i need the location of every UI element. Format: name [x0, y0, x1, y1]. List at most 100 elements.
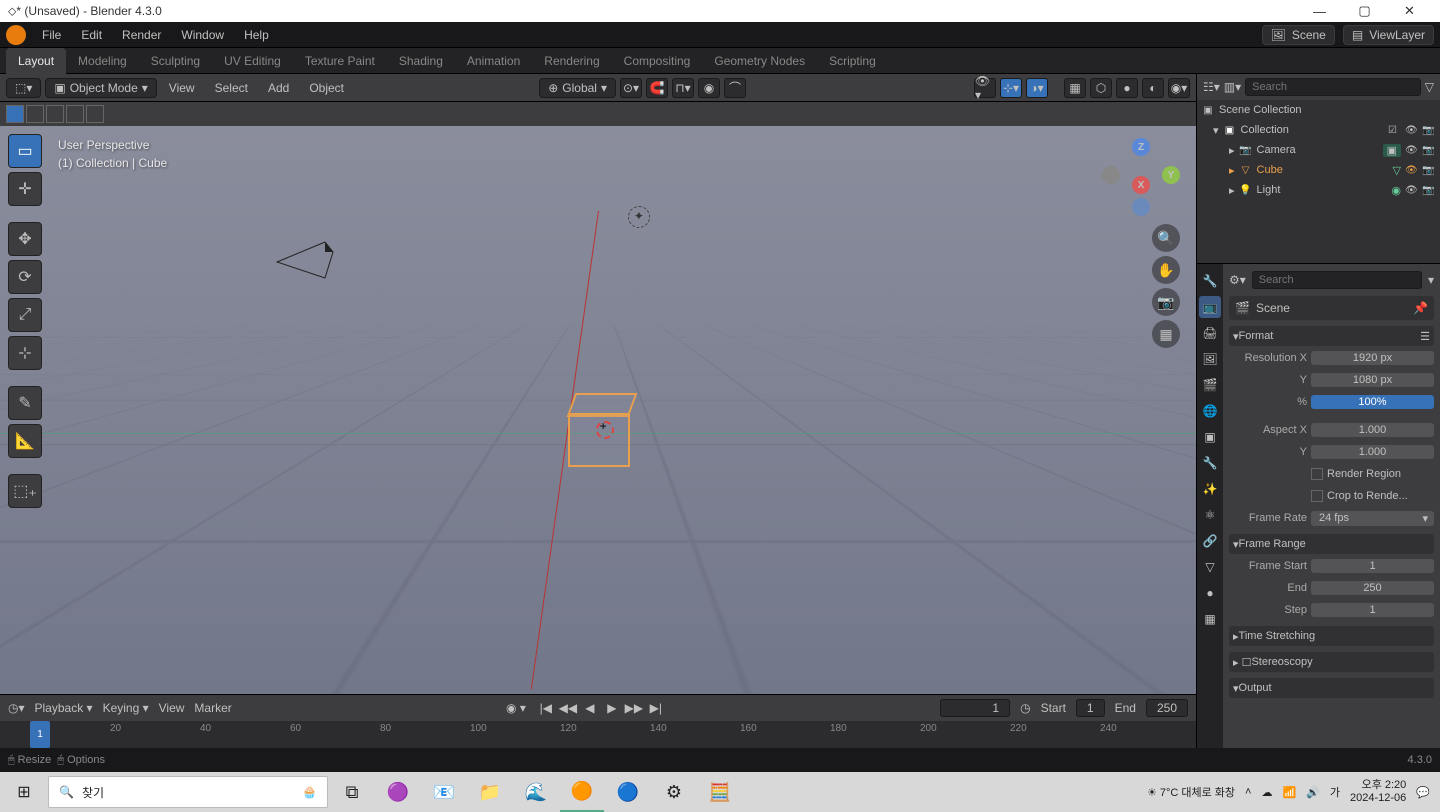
select-box-icon[interactable] — [6, 105, 24, 123]
3d-viewport[interactable]: ▭ ✛ ✥ ⟳ ⤢ ⊹ ✎ 📐 ⬚₊ User Perspective (1) … — [0, 126, 1196, 694]
tab-shading[interactable]: Shading — [387, 48, 455, 74]
jump-end-button[interactable]: ▶| — [646, 699, 666, 717]
timeline-editor-icon[interactable]: ◷▾ — [8, 701, 25, 715]
onedrive-icon[interactable]: ☁ — [1261, 786, 1272, 799]
menu-file[interactable]: File — [32, 28, 71, 42]
shading-rendered[interactable]: ◉▾ — [1168, 78, 1190, 98]
light-object[interactable] — [628, 206, 650, 228]
menu-select[interactable]: Select — [207, 81, 256, 95]
tab-tool[interactable]: 🔧 — [1199, 270, 1221, 292]
tab-scene[interactable]: 🎬 — [1199, 374, 1221, 396]
xray-toggle[interactable]: ▦ — [1064, 78, 1086, 98]
tab-render[interactable]: 📺 — [1199, 296, 1221, 318]
gizmo-y[interactable]: Y — [1162, 166, 1180, 184]
tab-world[interactable]: 🌐 — [1199, 400, 1221, 422]
menu-window[interactable]: Window — [171, 28, 234, 42]
tab-rendering[interactable]: Rendering — [532, 48, 611, 74]
tab-modifiers[interactable]: 🔧 — [1199, 452, 1221, 474]
tool-rotate[interactable]: ⟳ — [8, 260, 42, 294]
resolution-y[interactable]: 1080 px — [1311, 373, 1434, 387]
camera-view-button[interactable]: 📷 — [1152, 288, 1180, 316]
resolution-x[interactable]: 1920 px — [1311, 351, 1434, 365]
outlook-icon[interactable]: 📧 — [422, 772, 466, 812]
taskview-icon[interactable]: ⧉ — [330, 772, 374, 812]
gizmo-z[interactable]: Z — [1132, 138, 1150, 156]
nav-gizmo[interactable]: Z X Y — [1102, 138, 1180, 216]
tab-object[interactable]: ▣ — [1199, 426, 1221, 448]
close-button[interactable]: ✕ — [1387, 3, 1432, 19]
props-search[interactable] — [1252, 271, 1422, 289]
menu-view[interactable]: View — [161, 81, 203, 95]
frame-rate[interactable]: 24 fps ▾ — [1311, 511, 1434, 526]
tab-material[interactable]: ● — [1199, 582, 1221, 604]
outliner-editor-icon[interactable]: ☷▾ — [1203, 80, 1220, 94]
blender-logo-icon[interactable] — [6, 25, 26, 45]
tool-scale[interactable]: ⤢ — [8, 298, 42, 332]
settings-icon[interactable]: ⚙ — [652, 772, 696, 812]
camera-icon[interactable]: 📷 — [1422, 125, 1436, 136]
time-stretching-header[interactable]: ▸ Time Stretching — [1229, 626, 1434, 646]
timeline-keying[interactable]: Keying ▾ — [103, 701, 149, 715]
stereoscopy-header[interactable]: ▸ ☐ Stereoscopy — [1229, 652, 1434, 672]
tab-layout[interactable]: Layout — [6, 48, 66, 74]
frame-step[interactable]: 1 — [1311, 603, 1434, 617]
tool-move[interactable]: ✥ — [8, 222, 42, 256]
select-extend-icon[interactable] — [26, 105, 44, 123]
tool-add-cube[interactable]: ⬚₊ — [8, 474, 42, 508]
tool-select-box[interactable]: ▭ — [8, 134, 42, 168]
menu-render[interactable]: Render — [112, 28, 171, 42]
wifi-icon[interactable]: 📶 — [1282, 786, 1296, 799]
tab-output[interactable]: 🖨 — [1199, 322, 1221, 344]
timeline-view[interactable]: View — [159, 701, 185, 715]
tool-annotate[interactable]: ✎ — [8, 386, 42, 420]
render-region-checkbox[interactable] — [1311, 468, 1323, 480]
frame-range-header[interactable]: ▾ Frame Range — [1229, 534, 1434, 554]
keyframe-next-button[interactable]: ▶▶ — [624, 699, 644, 717]
pin-icon[interactable]: 📌 — [1413, 301, 1428, 315]
shading-material[interactable]: ◐ — [1142, 78, 1164, 98]
resolution-pct[interactable]: 100% — [1311, 395, 1434, 409]
outliner-search[interactable] — [1245, 78, 1421, 96]
autokey-toggle[interactable]: ◉ ▾ — [506, 701, 526, 715]
gizmo-neg-z[interactable] — [1132, 198, 1150, 216]
format-panel-header[interactable]: ▾ Format☰ — [1229, 326, 1434, 346]
chevron-up-icon[interactable]: ˄ — [1245, 786, 1251, 798]
zoom-button[interactable]: 🔍 — [1152, 224, 1180, 252]
timeline-ruler[interactable]: 1 20 40 60 80 100 120 140 160 180 200 22… — [0, 721, 1196, 748]
play-button[interactable]: ▶ — [602, 699, 622, 717]
gizmo-neg-y[interactable] — [1102, 166, 1120, 184]
snap-dropdown[interactable]: ⊓▾ — [672, 78, 694, 98]
end-frame[interactable]: 250 — [1146, 699, 1188, 717]
current-frame[interactable]: 1 — [940, 699, 1010, 717]
tool-cursor[interactable]: ✛ — [8, 172, 42, 206]
mode-dropdown[interactable]: ▣Object Mode▾ — [45, 78, 156, 98]
menu-add[interactable]: Add — [260, 81, 297, 95]
proportional-edit[interactable]: ◉ — [698, 78, 720, 98]
blender-taskbar-icon[interactable]: 🟠 — [560, 772, 604, 812]
maximize-button[interactable]: ▢ — [1342, 3, 1387, 19]
tool-measure[interactable]: 📐 — [8, 424, 42, 458]
scene-selector[interactable]: 🖼Scene — [1262, 25, 1335, 45]
start-button[interactable]: ⊞ — [2, 772, 46, 812]
proportional-falloff[interactable]: ⌒ — [724, 78, 746, 98]
tab-viewlayer[interactable]: 🖼 — [1199, 348, 1221, 370]
tab-physics[interactable]: ⚛ — [1199, 504, 1221, 526]
camera-object[interactable] — [275, 240, 345, 287]
cube-row[interactable]: ▸▽Cube▽👁📷 — [1197, 160, 1440, 180]
filter-icon[interactable]: ▽ — [1425, 80, 1434, 94]
select-invert-icon[interactable] — [66, 105, 84, 123]
jump-start-button[interactable]: |◀ — [536, 699, 556, 717]
camera-icon[interactable]: 📷 — [1422, 165, 1436, 176]
editor-type-dropdown[interactable]: ⬚▾ — [6, 78, 41, 98]
eye-icon[interactable]: 👁 — [1405, 145, 1419, 156]
eye-icon[interactable]: 👁 — [1405, 125, 1419, 136]
select-subtract-icon[interactable] — [46, 105, 64, 123]
viewlayer-selector[interactable]: ▤ViewLayer — [1343, 25, 1434, 45]
menu-edit[interactable]: Edit — [71, 28, 112, 42]
frame-start[interactable]: 1 — [1311, 559, 1434, 573]
volume-icon[interactable]: 🔊 — [1306, 786, 1320, 799]
perspective-toggle[interactable]: ▦ — [1152, 320, 1180, 348]
tab-uv[interactable]: UV Editing — [212, 48, 293, 74]
start-frame[interactable]: 1 — [1076, 699, 1105, 717]
menu-object[interactable]: Object — [301, 81, 352, 95]
